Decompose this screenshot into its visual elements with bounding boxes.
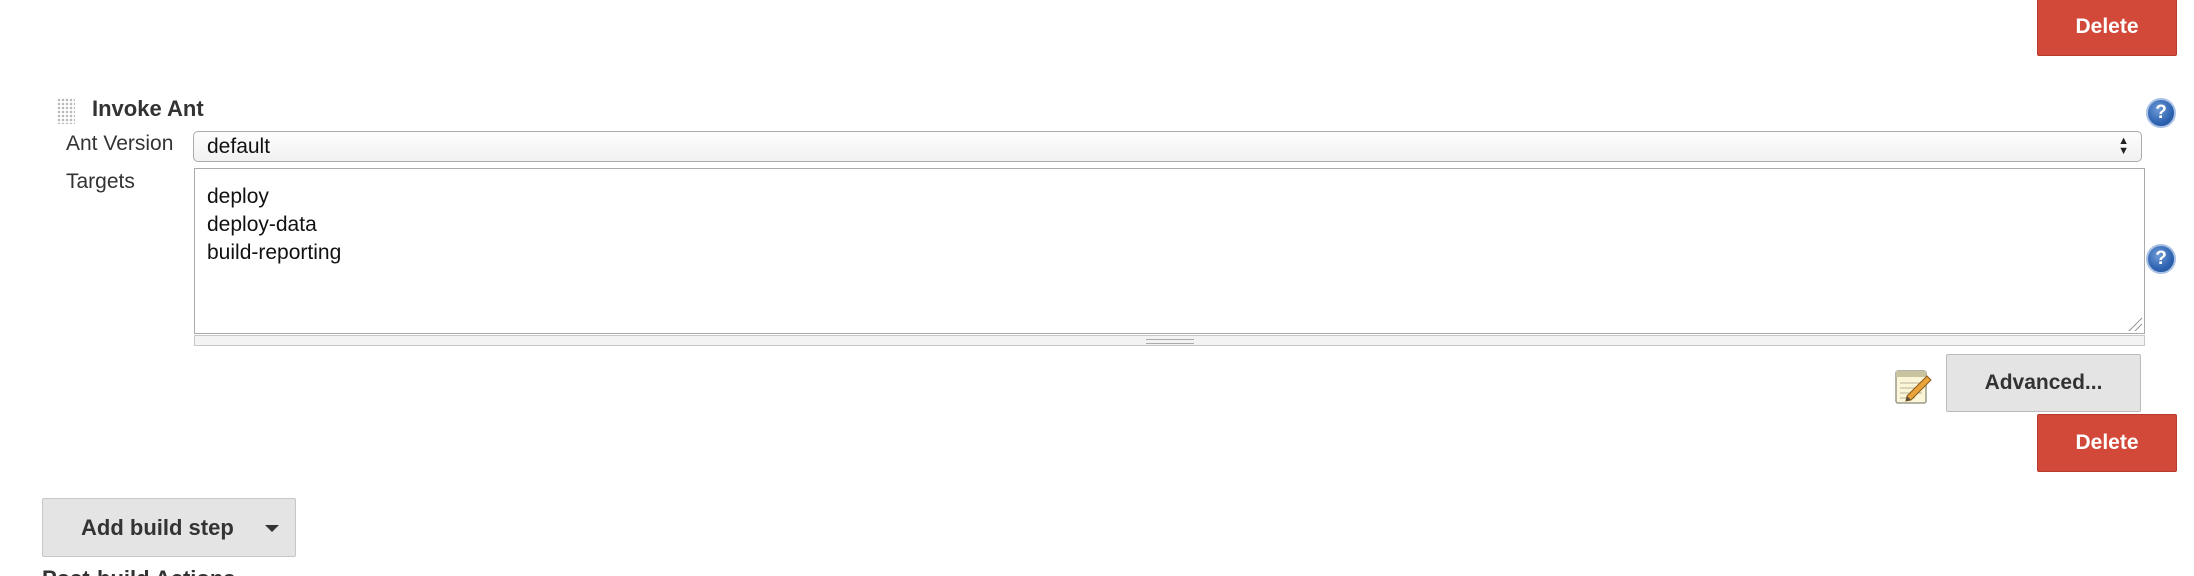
delete-button-previous-step[interactable]: Delete [2037, 0, 2177, 56]
ant-version-label: Ant Version [66, 132, 174, 155]
build-steps-panel: Delete Invoke Ant ? Ant Version default … [0, 0, 2194, 576]
ant-version-select[interactable]: default ▲ ▼ [193, 131, 2142, 162]
delete-button[interactable]: Delete [2037, 414, 2177, 472]
target-line: deploy [207, 185, 269, 208]
targets-textarea[interactable]: deploy deploy-data build-reporting [194, 168, 2145, 334]
notepad-pencil-icon[interactable] [1893, 366, 1933, 406]
resize-grip-icon[interactable] [2128, 317, 2142, 331]
up-down-arrows-icon: ▲ ▼ [2118, 135, 2129, 157]
help-icon[interactable]: ? [2146, 244, 2176, 274]
build-step-title: Invoke Ant [92, 96, 204, 121]
target-line: build-reporting [207, 241, 342, 264]
target-line: deploy-data [207, 213, 317, 236]
help-icon[interactable]: ? [2146, 98, 2176, 128]
next-section-title-partial: Post-build Actions [42, 566, 236, 576]
drag-handle-icon[interactable] [57, 98, 75, 124]
targets-label: Targets [66, 170, 135, 193]
advanced-button[interactable]: Advanced... [1946, 354, 2141, 412]
ant-version-selected-value: default [207, 134, 271, 158]
textarea-resize-handle[interactable] [194, 335, 2145, 346]
chevron-down-icon [265, 525, 279, 532]
add-build-step-label: Add build step [81, 514, 234, 540]
add-build-step-button[interactable]: Add build step [42, 498, 296, 557]
